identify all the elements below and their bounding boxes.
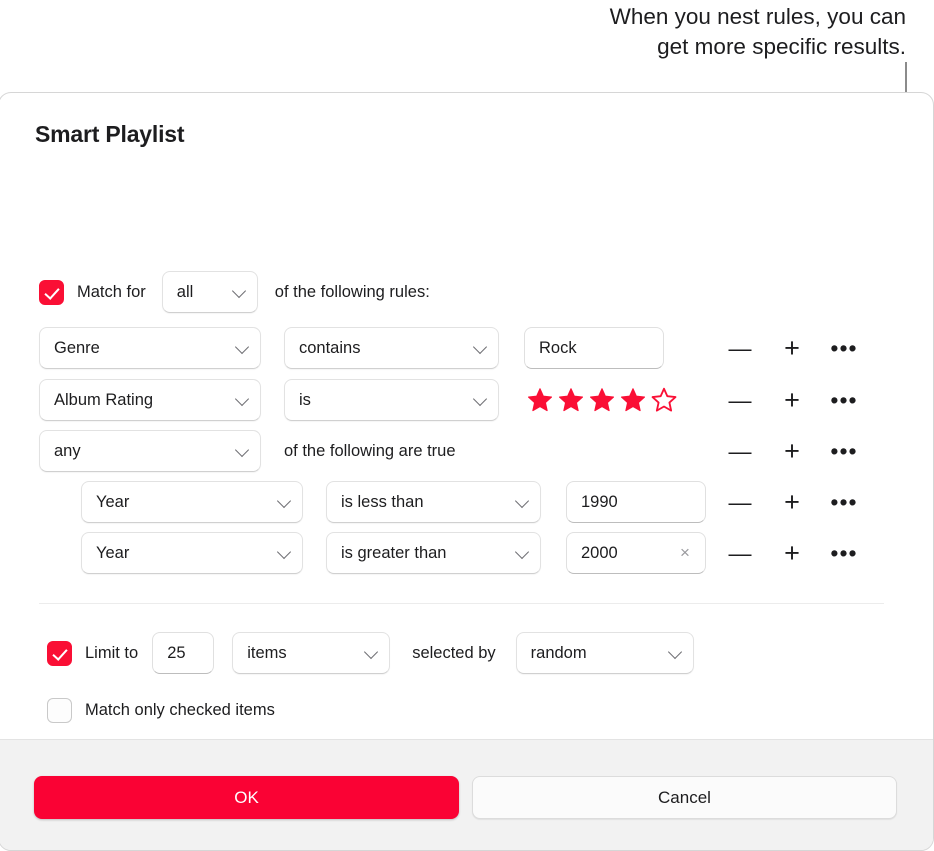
rule-row-4-nested: Year is less than 1990 <box>81 481 706 523</box>
match-label-before: Match for <box>77 282 146 301</box>
star-filled-icon[interactable] <box>589 387 615 413</box>
limit-amount-text: 25 <box>167 643 186 662</box>
rule-3-group-operator-value: any <box>54 441 81 460</box>
smart-playlist-dialog: Smart Playlist Match for all of the foll… <box>0 92 934 851</box>
rule-2-add-button[interactable]: + <box>766 387 818 414</box>
rule-4-value-text: 1990 <box>581 492 618 511</box>
match-label-after: of the following rules: <box>274 282 430 301</box>
rule-5-more-button[interactable]: ••• <box>818 542 870 565</box>
rule-3-group-operator-select[interactable]: any <box>39 430 261 472</box>
rule-4-condition-value: is less than <box>341 492 424 511</box>
star-filled-icon[interactable] <box>527 387 553 413</box>
rule-1-condition-select[interactable]: contains <box>284 327 499 369</box>
limit-unit-value: items <box>247 643 287 662</box>
rule-row-2: Album Rating is <box>39 379 677 421</box>
page-title: Smart Playlist <box>35 121 185 147</box>
ok-button[interactable]: OK <box>34 776 459 819</box>
star-filled-icon[interactable] <box>558 387 584 413</box>
chevron-down-icon <box>276 544 292 560</box>
rule-5-field-value: Year <box>96 543 130 562</box>
rule-5-add-button[interactable]: + <box>766 540 818 567</box>
rule-2-field-value: Album Rating <box>54 390 154 409</box>
match-only-checked-checkbox[interactable] <box>47 698 72 723</box>
clear-icon[interactable]: × <box>677 544 693 561</box>
rule-row-3-group: any of the following are true <box>39 430 456 472</box>
rule-1-value-input[interactable]: Rock <box>524 327 664 369</box>
dialog-footer: OK Cancel <box>0 739 933 850</box>
rule-5-condition-value: is greater than <box>341 543 447 562</box>
rule-row-5-nested: Year is greater than 2000 × <box>81 532 706 574</box>
rule-1-value-text: Rock <box>539 338 577 357</box>
options-separator <box>39 603 884 604</box>
rule-4-actions: — + ••• <box>714 489 874 516</box>
rule-5-field-select[interactable]: Year <box>81 532 303 574</box>
rule-5-value-input[interactable]: 2000 × <box>566 532 706 574</box>
limit-checkbox[interactable] <box>47 640 72 666</box>
dialog-body: Smart Playlist Match for all of the foll… <box>0 93 933 781</box>
selected-by-select[interactable]: random <box>515 632 694 674</box>
chevron-down-icon <box>472 391 488 407</box>
rule-3-group-label: of the following are true <box>284 441 456 460</box>
chevron-down-icon <box>514 544 530 560</box>
selected-by-label: selected by <box>412 643 496 662</box>
match-rules-row: Match for all of the following rules: <box>39 271 430 313</box>
match-operator-value: all <box>176 282 194 301</box>
star-filled-icon[interactable] <box>620 387 646 413</box>
rule-4-value-input[interactable]: 1990 <box>566 481 706 523</box>
match-only-checked-row: Match only checked items <box>47 698 275 723</box>
chevron-down-icon <box>364 644 379 660</box>
match-rules-checkbox[interactable] <box>39 279 64 305</box>
rule-5-remove-button[interactable]: — <box>714 542 766 565</box>
rule-1-add-button[interactable]: + <box>766 335 818 362</box>
limit-row: Limit to 25 items selected by random <box>47 632 694 674</box>
callout-annotation-text: When you nest rules, you can get more sp… <box>609 4 906 59</box>
chevron-down-icon <box>234 391 250 407</box>
chevron-down-icon <box>667 644 682 660</box>
rule-1-actions: — + ••• <box>714 335 874 362</box>
rule-1-remove-button[interactable]: — <box>714 337 766 360</box>
rule-2-condition-value: is <box>299 390 311 409</box>
rule-2-more-button[interactable]: ••• <box>818 389 870 412</box>
rule-3-actions: — + ••• <box>714 438 874 465</box>
selected-by-value: random <box>530 643 587 662</box>
rule-5-value-text: 2000 <box>581 543 618 562</box>
rule-2-condition-select[interactable]: is <box>284 379 499 421</box>
star-empty-icon[interactable] <box>651 387 677 413</box>
rule-1-condition-value: contains <box>299 338 361 357</box>
rule-4-field-select[interactable]: Year <box>81 481 303 523</box>
limit-amount-input[interactable]: 25 <box>152 632 215 674</box>
rule-row-1: Genre contains Rock <box>39 327 664 369</box>
match-only-checked-label: Match only checked items <box>85 701 275 719</box>
rule-4-more-button[interactable]: ••• <box>818 491 870 514</box>
chevron-down-icon <box>234 339 250 355</box>
rule-2-star-rating[interactable] <box>527 387 677 413</box>
rule-3-add-button[interactable]: + <box>766 438 818 465</box>
rule-2-remove-button[interactable]: — <box>714 389 766 412</box>
limit-label: Limit to <box>85 643 139 662</box>
match-operator-select[interactable]: all <box>161 271 258 313</box>
rule-1-field-select[interactable]: Genre <box>39 327 261 369</box>
rule-3-remove-button[interactable]: — <box>714 440 766 463</box>
chevron-down-icon <box>231 283 246 299</box>
rule-3-more-button[interactable]: ••• <box>818 440 870 463</box>
rule-4-field-value: Year <box>96 492 130 511</box>
rule-5-actions: — + ••• <box>714 540 874 567</box>
rule-2-field-select[interactable]: Album Rating <box>39 379 261 421</box>
rule-4-remove-button[interactable]: — <box>714 491 766 514</box>
rule-5-condition-select[interactable]: is greater than <box>326 532 541 574</box>
rule-4-condition-select[interactable]: is less than <box>326 481 541 523</box>
rule-1-more-button[interactable]: ••• <box>818 337 870 360</box>
chevron-down-icon <box>276 493 292 509</box>
rule-2-actions: — + ••• <box>714 387 874 414</box>
limit-unit-select[interactable]: items <box>232 632 391 674</box>
cancel-button[interactable]: Cancel <box>472 776 897 819</box>
rule-1-field-value: Genre <box>54 338 100 357</box>
rule-4-add-button[interactable]: + <box>766 489 818 516</box>
chevron-down-icon <box>514 493 530 509</box>
chevron-down-icon <box>234 442 250 458</box>
chevron-down-icon <box>472 339 488 355</box>
